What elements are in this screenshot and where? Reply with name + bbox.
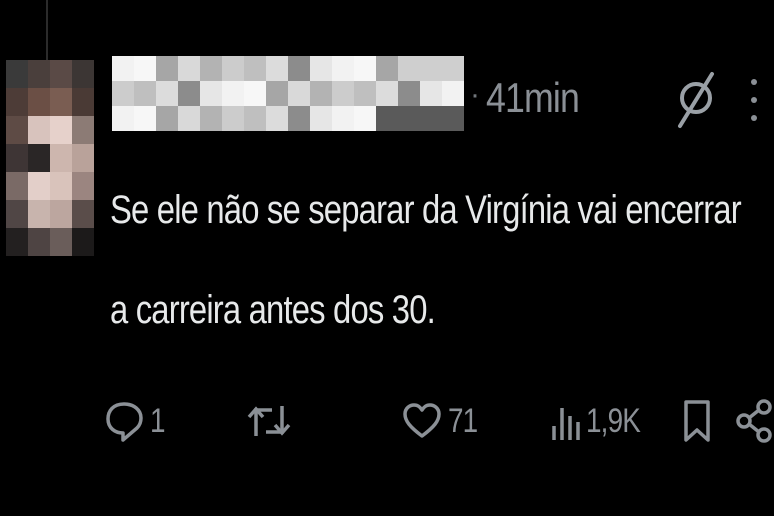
tweet-text-line: Se ele não se separar da Virgínia vai en… xyxy=(110,188,742,232)
reply-count: 1 xyxy=(150,401,166,440)
avatar-decoration xyxy=(46,0,48,60)
retweet-button[interactable] xyxy=(246,386,292,456)
separator-dot: · xyxy=(470,78,480,111)
tweet-card: · 41min Se ele não se separar da Virgíni… xyxy=(0,0,774,516)
author-name-blurred[interactable] xyxy=(112,56,464,132)
views-button[interactable]: 1,9K xyxy=(550,386,652,456)
bookmark-button[interactable] xyxy=(682,386,712,456)
share-button[interactable] xyxy=(736,386,772,456)
grok-icon[interactable] xyxy=(672,68,720,132)
views-count: 1,9K xyxy=(586,401,641,440)
bookmark-icon xyxy=(684,400,710,442)
tweet-text-line: a carreira antes dos 30. xyxy=(110,288,436,332)
tweet-text: Se ele não se separar da Virgínia vai en… xyxy=(110,160,770,360)
share-icon xyxy=(736,399,772,443)
reply-button[interactable]: 1 xyxy=(104,386,168,456)
more-icon[interactable] xyxy=(746,70,762,130)
post-time[interactable]: 41min xyxy=(486,74,580,122)
action-bar: 1 71 1,9K xyxy=(0,386,774,456)
like-button[interactable]: 71 xyxy=(402,386,484,456)
reply-icon xyxy=(106,402,143,442)
avatar[interactable] xyxy=(6,60,94,256)
retweet-icon xyxy=(247,406,291,436)
like-icon xyxy=(403,403,441,438)
views-icon xyxy=(552,408,580,440)
like-count: 71 xyxy=(448,401,478,440)
